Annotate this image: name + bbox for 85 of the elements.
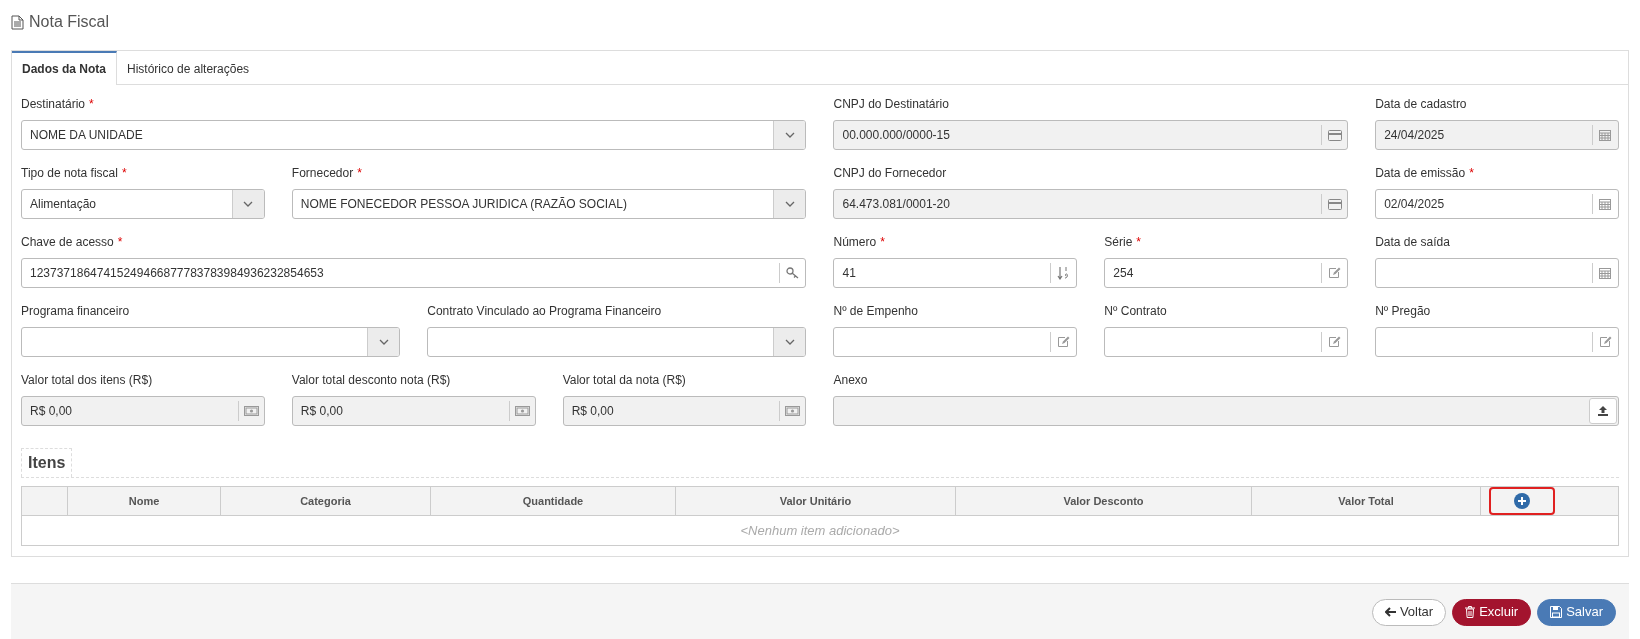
edit-icon	[1057, 336, 1071, 348]
field-label: Valor total desconto nota (R$)	[291, 373, 451, 387]
edit-icon	[1328, 267, 1342, 279]
chevron-down-icon	[243, 201, 254, 207]
required-mark: *	[1469, 166, 1474, 180]
required-mark: *	[89, 97, 94, 111]
column-header: Categoria	[221, 487, 431, 515]
page-title: Nota Fiscal	[29, 12, 110, 32]
field-label: Anexo	[833, 373, 868, 387]
input-field[interactable]: 254	[1104, 258, 1349, 288]
chevron-down-icon	[785, 132, 795, 138]
trash-icon	[1465, 606, 1476, 618]
field-label: CNPJ do Destinatário	[833, 97, 949, 111]
floppy-icon	[1550, 606, 1563, 618]
add-button[interactable]	[1489, 487, 1555, 515]
input-field[interactable]	[833, 327, 1078, 357]
field-value[interactable]: 254	[1105, 259, 1322, 287]
chevron-down-icon	[378, 339, 389, 345]
field-label: Destinatário	[21, 97, 86, 111]
field-label: CNPJ do Fornecedor	[833, 166, 947, 180]
required-mark: *	[117, 235, 123, 249]
select-field[interactable]	[21, 327, 401, 357]
field-label: Nº de Empenho	[833, 304, 918, 318]
field-label: Série	[1104, 235, 1133, 249]
chevron-down-icon	[785, 201, 795, 207]
edit-icon	[1328, 336, 1342, 348]
key-icon	[786, 267, 800, 279]
field-label: Tipo de nota fiscal	[21, 166, 118, 180]
field-label: Número	[833, 235, 877, 249]
field-label: Chave de acesso	[21, 235, 114, 249]
field-label: Data de cadastro	[1375, 97, 1467, 111]
money-icon	[243, 406, 259, 416]
arrow-left-icon	[1384, 607, 1396, 617]
required-mark: *	[121, 166, 127, 180]
sort-icon	[1057, 266, 1071, 280]
field-label: Nº Pregão	[1375, 304, 1431, 318]
field-label: Valor total da nota (R$)	[562, 373, 686, 387]
column-header: Valor Unitário	[676, 487, 956, 515]
edit-icon	[1599, 336, 1612, 348]
delete-button[interactable]: Excluir	[1452, 598, 1532, 626]
section-title: Itens	[21, 448, 73, 477]
card-icon	[1327, 198, 1342, 210]
back-button[interactable]: Voltar	[1371, 598, 1447, 626]
save-button[interactable]: Salvar	[1537, 598, 1616, 626]
select-field[interactable]	[427, 327, 807, 357]
dropdown-button[interactable]	[773, 328, 806, 356]
input-field[interactable]: 02/04/2025	[1375, 189, 1619, 219]
required-mark: *	[880, 235, 885, 249]
chevron-down-icon	[785, 339, 795, 345]
field-label: Valor total dos itens (R$)	[21, 373, 153, 387]
field-label: Programa financeiro	[21, 304, 130, 318]
field-label: Fornecedor	[291, 166, 354, 180]
field-label: Data de emissão	[1375, 166, 1466, 180]
dropdown-button[interactable]	[231, 190, 264, 218]
dropdown-button[interactable]	[773, 121, 806, 149]
money-icon	[785, 406, 801, 416]
column-header: Valor Desconto	[956, 487, 1252, 515]
input-field[interactable]: 41	[833, 258, 1078, 288]
upload-icon	[1597, 405, 1609, 417]
card-icon	[1327, 129, 1342, 141]
input-field[interactable]	[1375, 258, 1619, 288]
required-mark: *	[1136, 235, 1141, 249]
input-field[interactable]	[1104, 327, 1349, 357]
select-field[interactable]: Alimentação	[21, 189, 265, 219]
required-mark: *	[357, 166, 362, 180]
tab[interactable]: Dados da Nota	[12, 51, 117, 85]
plus-icon	[1514, 493, 1530, 509]
field-label: Data de saída	[1375, 235, 1450, 249]
field-value[interactable]: 41	[834, 259, 1051, 287]
dropdown-button[interactable]	[773, 190, 806, 218]
field-label: Nº Contrato	[1104, 304, 1167, 318]
calendar-icon	[1599, 198, 1612, 210]
column-header: Nome	[68, 487, 221, 515]
calendar-icon	[1599, 267, 1612, 279]
field-value[interactable]: Alimentação	[22, 190, 232, 218]
document-icon	[11, 14, 24, 30]
input-field[interactable]	[1375, 327, 1619, 357]
money-icon	[514, 406, 530, 416]
dropdown-button[interactable]	[367, 328, 400, 356]
calendar-icon	[1599, 129, 1612, 141]
column-header: Quantidade	[431, 487, 676, 515]
field-label: Contrato Vinculado ao Programa Financeiro	[427, 304, 662, 318]
column-header: Valor Total	[1252, 487, 1481, 515]
empty-message: <Nenhum item adicionado>	[739, 522, 901, 540]
field-value[interactable]: 02/04/2025	[1376, 190, 1592, 218]
